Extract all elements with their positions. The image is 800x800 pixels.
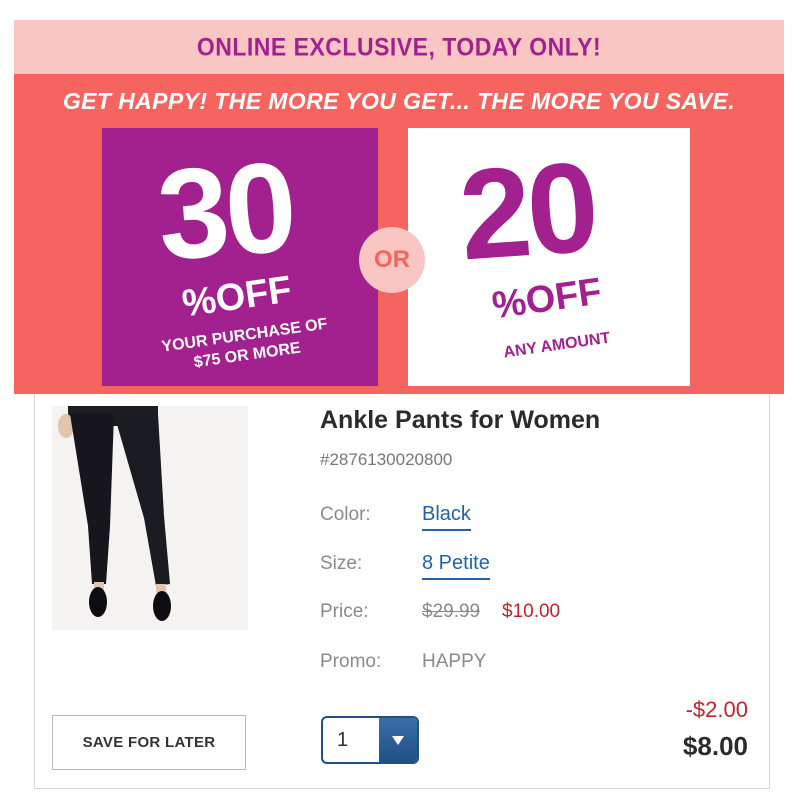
banner-top-text: ONLINE EXCLUSIVE, TODAY ONLY! (14, 19, 784, 74)
discount-amount: -$2.00 (685, 697, 748, 722)
offer-30-off: 30 %OFF YOUR PURCHASE OF $75 OR MORE (102, 128, 378, 386)
banner-headline: GET HAPPY! THE MORE YOU GET... THE MORE … (62, 88, 736, 114)
offer-left-amount: 30 (153, 135, 298, 288)
offer-20-off: 20 %OFF ANY AMOUNT (408, 128, 690, 386)
product-title[interactable]: Ankle Pants for Women (320, 406, 600, 435)
promo-banner: ONLINE EXCLUSIVE, TODAY ONLY! GET HAPPY!… (14, 19, 784, 394)
price-label: Price: (320, 601, 369, 622)
chevron-down-icon (392, 736, 404, 745)
pants-illustration (52, 406, 248, 630)
color-label: Color: (320, 504, 371, 525)
quantity-value: 1 (337, 728, 349, 751)
offer-left-conditions: YOUR PURCHASE OF $75 OR MORE (134, 311, 357, 381)
color-link[interactable]: Black (422, 503, 471, 531)
offer-right-amount: 20 (455, 135, 600, 288)
price-sale: $10.00 (502, 601, 561, 622)
size-link[interactable]: 8 Petite (422, 552, 490, 580)
save-for-later-button[interactable]: SAVE FOR LATER (52, 715, 246, 770)
product-sku: #2876130020800 (320, 450, 453, 469)
quantity-dropdown-button[interactable] (379, 718, 417, 762)
item-total: $8.00 (682, 731, 748, 761)
size-label: Size: (320, 553, 363, 574)
ankle-pants-photo[interactable] (52, 406, 248, 630)
price-original: $29.99 (422, 601, 481, 622)
promo-label: Promo: (320, 651, 382, 672)
promo-code-value: HAPPY (422, 651, 487, 672)
or-badge: OR (359, 227, 425, 293)
offer-right-conditions: ANY AMOUNT (502, 329, 612, 362)
quantity-select[interactable]: 1 (321, 716, 419, 764)
